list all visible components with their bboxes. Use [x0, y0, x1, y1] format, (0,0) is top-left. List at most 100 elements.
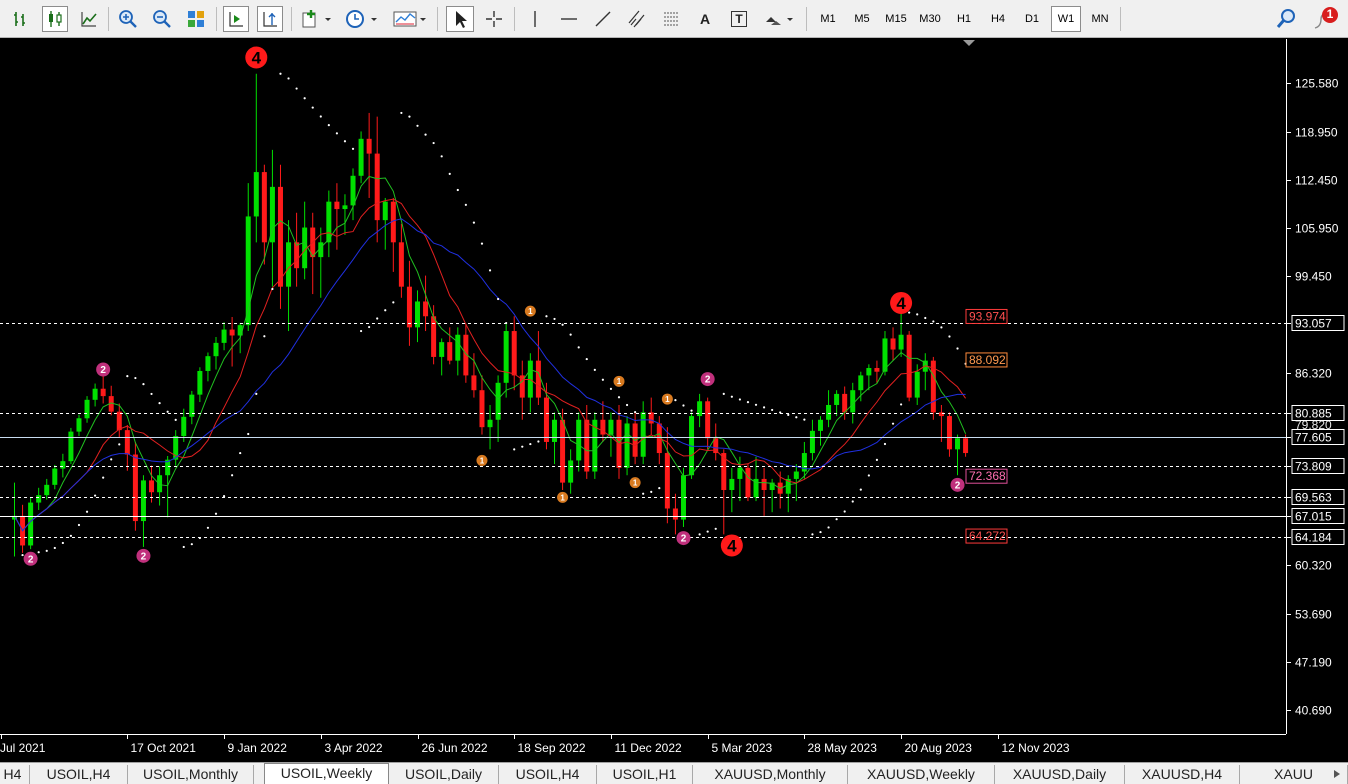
price-axis-label: 118.950: [1295, 126, 1338, 140]
tabs-scroll-right-icon[interactable]: [1330, 767, 1344, 781]
chart-tab[interactable]: XAUUSD,Monthly: [693, 765, 848, 784]
price-chart[interactable]: 93.057 80.885 77.605 73.809 69.563 67.015 64.1…: [0, 39, 1348, 762]
equidistant-channel-icon[interactable]: [624, 6, 650, 32]
label-icon[interactable]: T: [726, 6, 752, 32]
candle-body: [423, 301, 429, 317]
candle-body: [705, 401, 711, 439]
price-axis-label: 47.190: [1295, 656, 1332, 670]
price-axis-label: 99.450: [1295, 270, 1332, 284]
sar-dot: [255, 392, 258, 395]
sar-dot: [682, 404, 685, 407]
crosshair-icon[interactable]: [481, 6, 507, 32]
candle-body: [568, 460, 574, 483]
bar-chart-icon[interactable]: [8, 6, 34, 32]
chart-tab[interactable]: XAUUSD,Weekly: [848, 765, 995, 784]
candle-body: [157, 475, 163, 493]
chart-tab[interactable]: USOIL,Weekly: [264, 763, 389, 784]
sar-dot: [859, 488, 862, 491]
candle-body: [455, 334, 461, 361]
autoscroll-icon[interactable]: [223, 6, 249, 32]
sar-dot: [754, 403, 758, 406]
chart-tab[interactable]: USOIL,H4: [30, 765, 128, 784]
fibonacci-icon[interactable]: [658, 6, 684, 32]
candle-body: [866, 368, 872, 376]
sar-dot: [625, 403, 629, 407]
zoom-out-icon[interactable]: [149, 6, 175, 32]
sar-dot: [811, 533, 814, 536]
sar-dot: [795, 416, 798, 419]
sar-dot: [585, 357, 588, 361]
trendline-icon[interactable]: [590, 6, 616, 32]
sar-dot: [206, 526, 210, 529]
candle-body: [197, 370, 203, 395]
price-axis-label: 60.320: [1295, 559, 1332, 573]
level-price-label-hidden: 79.820: [1295, 418, 1332, 432]
vertical-line-icon[interactable]: [522, 6, 548, 32]
price-axis: [1286, 39, 1348, 762]
sar-dot: [384, 309, 387, 312]
candle-body: [221, 329, 227, 343]
timeframe-m1-button[interactable]: M1: [813, 6, 843, 32]
sar-dot: [593, 368, 596, 371]
candle-body: [809, 430, 815, 454]
chart-shift-icon[interactable]: [257, 6, 283, 32]
cursor-icon[interactable]: [446, 6, 474, 32]
indicators-icon[interactable]: [298, 6, 334, 32]
candle-body: [487, 419, 493, 428]
timeframe-w1-button[interactable]: W1: [1051, 6, 1081, 32]
timeframe-m5-button[interactable]: M5: [847, 6, 877, 32]
candle-body: [495, 382, 501, 420]
periods-icon[interactable]: [342, 6, 382, 32]
candle-body: [737, 467, 743, 479]
level-price-label: 64.184: [1295, 531, 1332, 545]
horizontal-line-icon[interactable]: [556, 6, 582, 32]
timeframe-m30-button[interactable]: M30: [915, 6, 945, 32]
candle-body: [826, 404, 832, 420]
timeframe-d1-button[interactable]: D1: [1017, 6, 1047, 32]
chart-tab[interactable]: H4: [0, 765, 30, 784]
sar-dot: [569, 333, 572, 336]
wave-label: 2: [28, 554, 34, 565]
sar-dot: [376, 317, 379, 320]
chart-tab[interactable]: USOIL,H1: [597, 765, 693, 784]
candlestick-icon[interactable]: [42, 6, 68, 32]
sar-dot: [448, 172, 451, 175]
candle-body: [624, 423, 630, 468]
templates-icon[interactable]: [390, 6, 430, 32]
sar-dot: [835, 518, 838, 521]
timeframe-mn-button[interactable]: MN: [1085, 6, 1115, 32]
chart-tab[interactable]: USOIL,Daily: [389, 765, 499, 784]
line-chart-icon[interactable]: [76, 6, 102, 32]
sar-dot: [497, 297, 500, 301]
timeframe-m15-button[interactable]: M15: [881, 6, 911, 32]
tile-windows-icon[interactable]: [183, 6, 209, 32]
chart-canvas[interactable]: 93.05780.88577.60573.80969.56367.01564.1…: [0, 39, 1348, 762]
chart-tabs: H4 USOIL,H4 USOIL,Monthly USOIL,Weekly USOIL…: [0, 762, 1348, 784]
sar-dot: [239, 451, 242, 455]
sar-dot: [343, 140, 347, 143]
sar-dot: [658, 486, 661, 490]
sar-dot: [222, 494, 226, 498]
sar-dot: [69, 534, 73, 537]
level-price-label: 73.809: [1295, 460, 1332, 474]
chart-tab[interactable]: XAUUSD,Daily: [995, 765, 1125, 784]
candle-body: [84, 399, 90, 419]
chart-tab[interactable]: XAUUSD,H4: [1125, 765, 1240, 784]
chart-tab[interactable]: USOIL,Monthly: [128, 765, 254, 784]
text-icon[interactable]: A: [692, 6, 718, 32]
timeframe-h1-button[interactable]: H1: [949, 6, 979, 32]
arrows-icon[interactable]: [760, 6, 796, 32]
sar-dot: [609, 387, 613, 390]
timeframe-h4-button[interactable]: H4: [983, 6, 1013, 32]
sar-dot: [327, 123, 330, 127]
candle-body: [366, 138, 372, 154]
zoom-in-icon[interactable]: [115, 6, 141, 32]
notification-icon[interactable]: 1: [1313, 6, 1339, 32]
candle-body: [479, 390, 485, 428]
candle-body: [334, 201, 340, 210]
candle-body: [535, 360, 541, 398]
search-icon[interactable]: [1276, 8, 1298, 30]
chart-tab[interactable]: USOIL,H4: [499, 765, 597, 784]
sar-dot: [392, 301, 395, 304]
candle-body: [68, 431, 74, 462]
